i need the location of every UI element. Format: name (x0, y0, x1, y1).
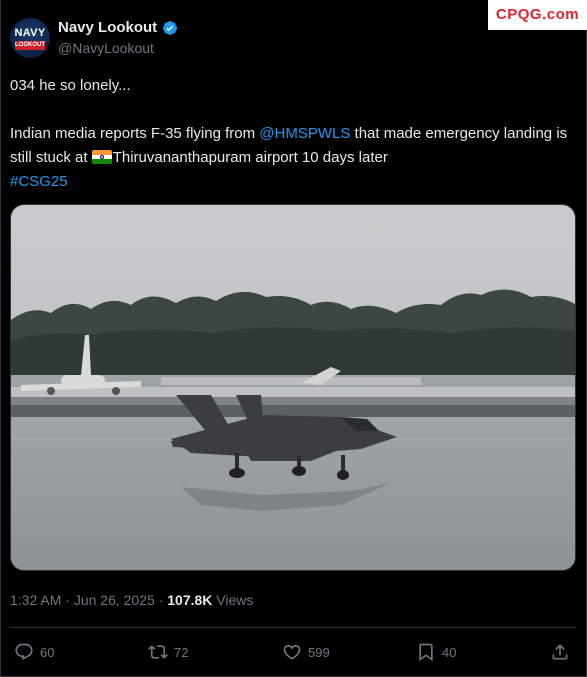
mention-link[interactable]: @HMSPWLS (259, 125, 350, 142)
author-handle[interactable]: @NavyLookout (58, 40, 154, 56)
verified-badge-icon (162, 21, 177, 35)
tweet-line-2: Indian media reports F-35 flying from @H… (10, 122, 580, 170)
share-icon (552, 644, 568, 660)
like-count: 599 (308, 644, 330, 660)
f35-runway-photo (11, 205, 575, 570)
reply-icon (15, 643, 33, 661)
tweet-line-1: 034 he so lonely... (10, 77, 131, 94)
meta-separator: · (61, 592, 74, 608)
views-count: 107.8K (167, 592, 213, 608)
reply-button[interactable]: 60 (14, 638, 54, 666)
repost-icon (148, 645, 168, 659)
repost-button[interactable]: 72 (148, 638, 188, 666)
like-button[interactable]: 599 (282, 638, 330, 666)
tweet-time[interactable]: 1:32 AM (10, 592, 61, 608)
action-bar: 60 72 599 40 (10, 638, 576, 666)
watermark: CPQG.com (488, 0, 587, 30)
avatar[interactable]: NAVY LOOKOUT (10, 18, 50, 58)
heart-icon (283, 644, 301, 660)
bookmark-count: 40 (442, 644, 457, 660)
tweet-text-segment: Thiruvananthapuram airport 10 days later (112, 149, 388, 166)
share-button[interactable] (550, 638, 576, 666)
tweet-date[interactable]: Jun 26, 2025 (74, 592, 155, 608)
views-label: Views (216, 592, 254, 608)
divider (10, 627, 576, 628)
avatar-text-top: NAVY (14, 27, 46, 39)
tweet-meta: 1:32 AM · Jun 26, 2025 · 107.8K Views (10, 592, 254, 608)
tweet-text-segment: Indian media reports F-35 flying from (10, 125, 260, 142)
bookmark-button[interactable]: 40 (416, 638, 456, 666)
india-flag-icon (91, 150, 112, 164)
hashtag-link[interactable]: #CSG25 (10, 173, 68, 190)
tweet-photo[interactable] (10, 204, 576, 571)
tweet-text: 034 he so lonely... Indian media reports… (10, 74, 580, 194)
author-name[interactable]: Navy Lookout (58, 19, 157, 36)
reply-count: 60 (40, 644, 55, 660)
repost-count: 72 (174, 644, 189, 660)
avatar-text-bottom: LOOKOUT (15, 41, 45, 50)
bookmark-icon (419, 643, 433, 662)
